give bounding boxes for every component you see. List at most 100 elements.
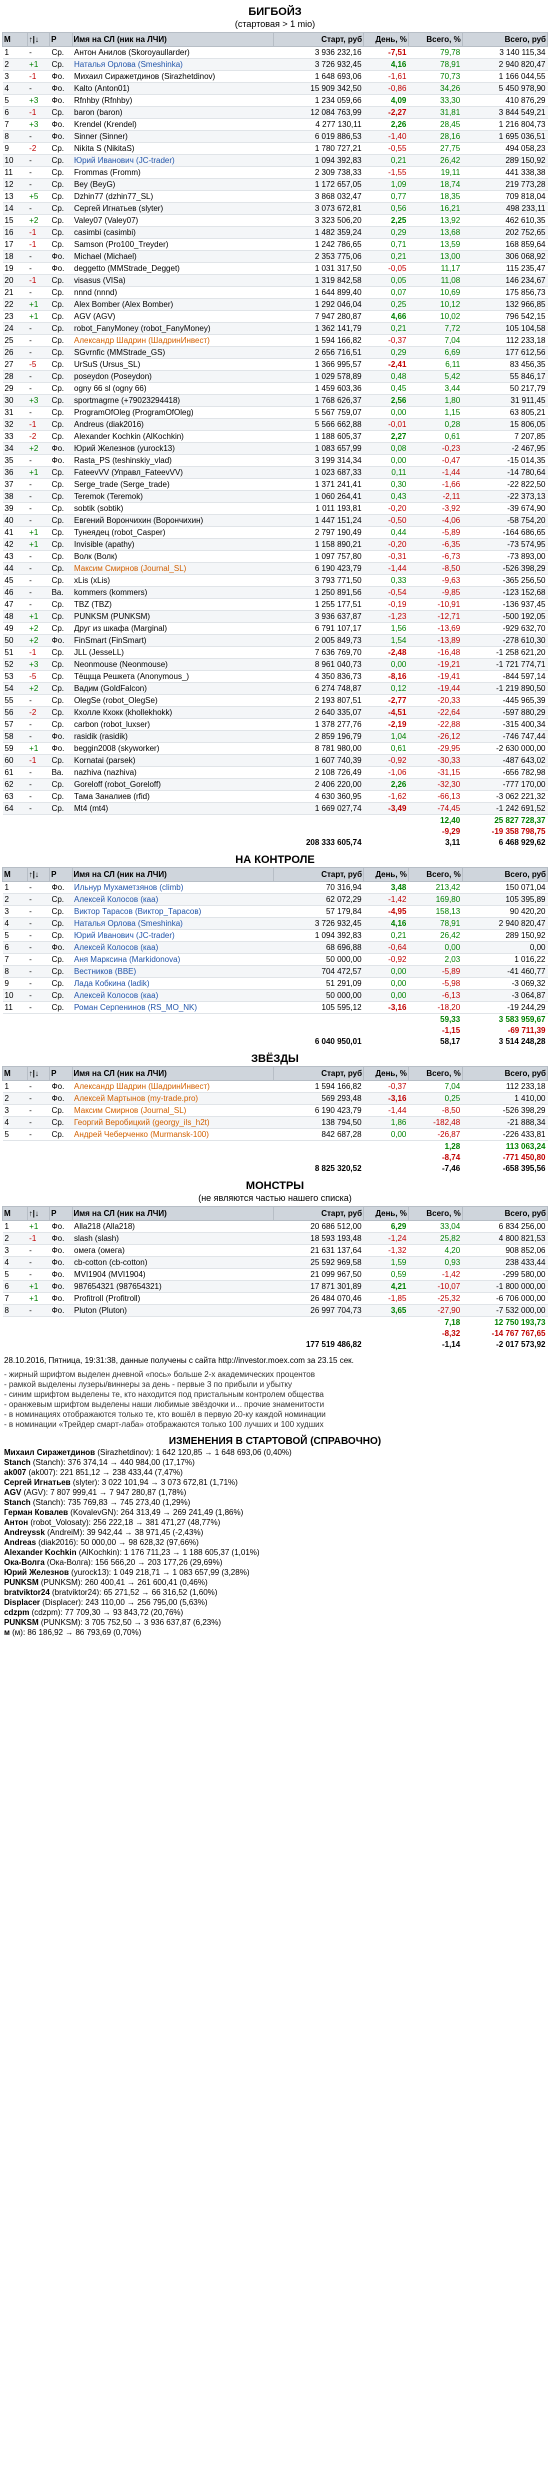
control-row: 1- Фо. Ильнур Мухаметзянов (climb) 70 316,9… — [2, 881, 548, 894]
change-values: (Stanch): 735 769,83 → 745 273,40 (1,29%… — [30, 1498, 191, 1507]
day-cell: -0,19 — [363, 598, 409, 611]
change-name: PUNKSM — [4, 1618, 39, 1627]
rank-cell: 2 — [2, 58, 28, 71]
move-cell: - — [27, 250, 50, 263]
move-cell: -1 — [27, 70, 50, 83]
day-cell: -4,95 — [363, 905, 409, 918]
move-cell: +1 — [27, 610, 50, 623]
summary-rub: -658 395,56 — [462, 1163, 548, 1174]
move-cell: - — [27, 1256, 50, 1269]
market-cell: Ср. — [49, 310, 72, 323]
move-cell: - — [27, 1080, 50, 1093]
total-rub-cell: 115 235,47 — [462, 262, 548, 275]
total-rub-cell: -365 256,50 — [462, 574, 548, 587]
total-pct-cell: 4,20 — [408, 1244, 463, 1257]
rank-cell: 58 — [2, 730, 28, 743]
legend-note: - оранжевым шрифтом выделены наши любимы… — [4, 1400, 325, 1409]
rank-cell: 6 — [2, 1280, 28, 1293]
change-values: (Stanch): 376 374,14 → 440 984,00 (17,17… — [30, 1458, 195, 1467]
move-cell: +2 — [27, 622, 50, 635]
summary-start — [273, 1140, 364, 1152]
bigboys-row: 14- Ср. Сергей Игнатьев (slyter) 3 073 672,… — [2, 202, 548, 215]
rank-cell: 27 — [2, 358, 28, 371]
market-cell: Ср. — [49, 646, 72, 659]
summary-pct: 7,18 — [408, 1316, 463, 1328]
rank-cell: 52 — [2, 658, 28, 671]
bigboys-row: 47- Ср. TBZ (TBZ) 1 255 177,51 -0,19 -10,91 -1… — [2, 598, 548, 611]
start-cell: 21 099 967,50 — [273, 1268, 364, 1281]
total-rub-cell: -526 398,29 — [462, 1104, 548, 1117]
total-rub-cell: -500 192,05 — [462, 610, 548, 623]
rank-cell: 7 — [2, 953, 28, 966]
start-cell: 15 909 342,50 — [273, 82, 364, 95]
total-rub-cell: -2 630 000,00 — [462, 742, 548, 755]
move-cell: - — [27, 965, 50, 978]
total-pct-cell: -13,89 — [408, 634, 463, 647]
name-cell: Pluton (Pluton) — [72, 1304, 274, 1317]
rank-cell: 32 — [2, 418, 28, 431]
control-title: НА КОНТРОЛЕ — [235, 854, 315, 866]
market-cell: Ср. — [49, 1116, 72, 1129]
market-cell: Ср. — [49, 418, 72, 431]
start-cell: 3 726 932,45 — [273, 58, 364, 71]
day-cell: -0,92 — [363, 754, 409, 767]
summary-row: 7,18 12 750 193,73 — [2, 1316, 548, 1328]
day-cell: 1,04 — [363, 730, 409, 743]
rank-cell: 45 — [2, 574, 28, 587]
move-cell: -2 — [27, 706, 50, 719]
total-rub-cell: 709 818,04 — [462, 190, 548, 203]
rank-cell: 54 — [2, 682, 28, 695]
monsters-row: 1 +1 Фо. Alla218 (Alla218) 20 686 512,00 6,29… — [2, 1220, 548, 1233]
name-cell: nnnd (nnnd) — [72, 286, 274, 299]
rank-cell: 18 — [2, 250, 28, 263]
name-cell: xLis (xLis) — [72, 574, 274, 587]
name-cell: AGV (AGV) — [72, 310, 274, 323]
bigboys-row: 42 +1 Ср. Invisible (apathy) 1 158 890,21 -0,… — [2, 538, 548, 551]
summary-row: 208 333 605,74 3,11 6 468 929,62 — [2, 837, 548, 848]
total-rub-cell: -445 965,39 — [462, 694, 548, 707]
monsters-subtitle: (не являются частью нашего списка) — [198, 1193, 352, 1203]
move-cell: - — [27, 929, 50, 942]
name-cell: Александр Шадрин (ШадринИнвест) — [72, 1080, 274, 1093]
start-cell: 50 000,00 — [273, 953, 364, 966]
move-cell: -1 — [27, 238, 50, 251]
legend-note: - в номинации «Трейдер смарт-лаба» отобр… — [4, 1420, 324, 1429]
start-cell: 7 636 769,70 — [273, 646, 364, 659]
rank-cell: 7 — [2, 118, 28, 131]
total-pct-cell: 6,69 — [408, 346, 463, 359]
total-rub-cell: 3 844 549,21 — [462, 106, 548, 119]
bigboys-row: 61- Ва. nazhiva (nazhiva) 2 108 726,49 -1,06… — [2, 766, 548, 779]
summary-row: -8,74 -771 450,80 — [2, 1152, 548, 1163]
summary-rub: -14 767 767,65 — [462, 1328, 548, 1339]
total-pct-cell: -10,07 — [408, 1280, 463, 1293]
name-cell: casimbi (casimbi) — [72, 226, 274, 239]
rank-cell: 11 — [2, 1001, 28, 1014]
total-pct-cell: -22,64 — [408, 706, 463, 719]
name-cell: Dzhin77 (dzhin77_SL) — [72, 190, 274, 203]
total-pct-cell: -29,95 — [408, 742, 463, 755]
name-cell: Valey07 (Valey07) — [72, 214, 274, 227]
total-rub-cell: 63 805,21 — [462, 406, 548, 419]
total-pct-cell: 79,78 — [408, 46, 463, 59]
day-cell: -1,32 — [363, 1244, 409, 1257]
day-cell: -1,44 — [363, 562, 409, 575]
start-cell: 2 859 196,79 — [273, 730, 364, 743]
rank-cell: 43 — [2, 550, 28, 563]
start-cell: 1 644 899,40 — [273, 286, 364, 299]
market-cell: Ср. — [49, 106, 72, 119]
total-pct-cell: 13,00 — [408, 250, 463, 263]
empty-cell — [2, 1036, 28, 1047]
empty-cell — [49, 826, 72, 837]
move-cell: - — [27, 694, 50, 707]
day-cell: -1,40 — [363, 130, 409, 143]
legend-note: - рамкой выделены лузеры/виннеры за день… — [4, 1380, 292, 1389]
start-cell: 26 997 704,73 — [273, 1304, 364, 1317]
total-pct-cell: 3,44 — [408, 382, 463, 395]
monsters-row: 2 -1 Фо. slash (slash) 18 593 193,48 -1,24 25,… — [2, 1232, 548, 1245]
empty-cell — [72, 1025, 274, 1036]
bigboys-row: 31- Ср. ProgramOfOleg (ProgramOfOleg) 5 567… — [2, 406, 548, 419]
market-cell: Ср. — [49, 610, 72, 623]
name-cell: ogny 66 sl (ogny 66) — [72, 382, 274, 395]
rank-cell: 33 — [2, 430, 28, 443]
start-cell: 1 669 027,74 — [273, 802, 364, 815]
